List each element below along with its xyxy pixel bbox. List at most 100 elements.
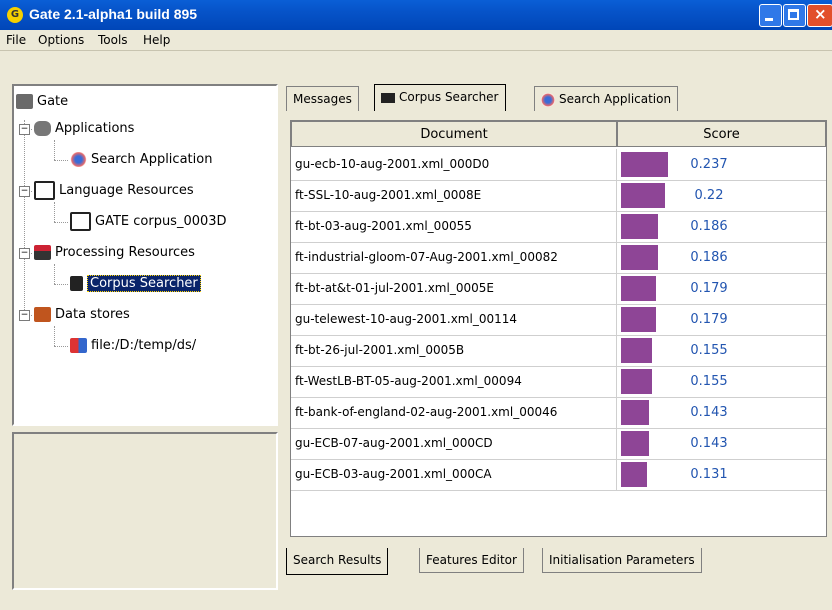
menu-bar: File Options Tools Help	[0, 30, 832, 51]
score-value: 0.22	[694, 188, 724, 203]
score-bar	[621, 369, 652, 394]
document-cell: ft-WestLB-BT-05-aug-2001.xml_00094	[295, 374, 522, 388]
tab-messages[interactable]: Messages	[286, 86, 359, 111]
database-icon	[70, 338, 87, 353]
minimize-button[interactable]	[759, 4, 782, 27]
table-row[interactable]: gu-ECB-03-aug-2001.xml_000CA 0.131	[291, 459, 826, 491]
applications-icon	[34, 121, 51, 136]
table-row[interactable]: gu-ecb-10-aug-2001.xml_000D0 0.237	[291, 149, 826, 181]
tab-features-editor[interactable]: Features Editor	[419, 548, 524, 573]
title-bar: G Gate 2.1-alpha1 build 895 ×	[0, 0, 832, 30]
status-bar	[0, 596, 832, 610]
search-results-table: Document Score gu-ecb-10-aug-2001.xml_00…	[290, 120, 827, 537]
score-bar	[621, 214, 658, 239]
binoculars-icon	[70, 276, 83, 291]
document-cell: gu-ECB-07-aug-2001.xml_000CD	[295, 436, 493, 450]
document-cell: ft-bank-of-england-02-aug-2001.xml_00046	[295, 405, 558, 419]
score-value: 0.186	[690, 219, 728, 234]
column-separator	[616, 397, 617, 428]
document-cell: ft-bt-03-aug-2001.xml_00055	[295, 219, 472, 233]
score-bar	[621, 183, 665, 208]
processor-icon	[34, 245, 51, 260]
close-icon: ×	[814, 5, 827, 23]
score-value: 0.186	[690, 250, 728, 265]
column-separator	[616, 149, 617, 180]
score-value: 0.143	[690, 436, 728, 451]
tree-node-language-resources[interactable]: Language Resources	[34, 181, 194, 201]
tree-node-applications[interactable]: Applications	[34, 119, 134, 139]
tree-node-file-ds[interactable]: file:/D:/temp/ds/	[70, 336, 196, 356]
binoculars-icon	[381, 92, 395, 103]
column-separator	[616, 335, 617, 366]
documents-icon	[34, 181, 55, 200]
table-row[interactable]: ft-WestLB-BT-05-aug-2001.xml_00094 0.155	[291, 366, 826, 398]
resource-tree: Gate − Applications Search Application −…	[12, 84, 278, 426]
column-separator	[616, 459, 617, 490]
selected-label: Corpus Searcher	[87, 275, 201, 292]
column-header-score[interactable]: Score	[617, 121, 826, 147]
score-bar	[621, 276, 656, 301]
table-row[interactable]: ft-SSL-10-aug-2001.xml_0008E 0.22	[291, 180, 826, 212]
document-cell: ft-bt-at&t-01-jul-2001.xml_0005E	[295, 281, 494, 295]
score-bar	[621, 400, 649, 425]
document-cell: gu-ecb-10-aug-2001.xml_000D0	[295, 157, 490, 171]
tree-node-search-application[interactable]: Search Application	[70, 150, 212, 170]
tab-search-results[interactable]: Search Results	[286, 548, 389, 575]
close-button[interactable]: ×	[807, 4, 832, 27]
column-header-document[interactable]: Document	[291, 121, 617, 147]
tab-initialisation-parameters[interactable]: Initialisation Parameters	[542, 548, 702, 573]
window-title: Gate 2.1-alpha1 build 895	[29, 6, 198, 22]
table-row[interactable]: gu-ECB-07-aug-2001.xml_000CD 0.143	[291, 428, 826, 460]
atom-icon	[541, 92, 555, 107]
tab-corpus-searcher[interactable]: Corpus Searcher	[374, 84, 506, 111]
maximize-button[interactable]	[783, 4, 806, 27]
collapse-applications-icon[interactable]: −	[19, 124, 30, 135]
atom-icon	[70, 152, 87, 167]
score-bar	[621, 152, 668, 177]
gate-app-icon: G	[7, 7, 23, 23]
document-cell: ft-industrial-gloom-07-Aug-2001.xml_0008…	[295, 250, 558, 264]
left-lower-panel	[12, 432, 278, 590]
table-row[interactable]: ft-bt-26-jul-2001.xml_0005B 0.155	[291, 335, 826, 367]
datastore-icon	[34, 307, 51, 322]
table-row[interactable]: ft-industrial-gloom-07-Aug-2001.xml_0008…	[291, 242, 826, 274]
document-cell: ft-SSL-10-aug-2001.xml_0008E	[295, 188, 482, 202]
menu-tools[interactable]: Tools	[98, 33, 128, 47]
score-bar	[621, 338, 652, 363]
column-separator	[616, 211, 617, 242]
score-value: 0.155	[690, 374, 728, 389]
document-cell: ft-bt-26-jul-2001.xml_0005B	[295, 343, 465, 357]
score-bar	[621, 431, 649, 456]
column-separator	[616, 242, 617, 273]
score-bar	[621, 245, 658, 270]
score-value: 0.179	[690, 281, 728, 296]
document-cell: gu-ECB-03-aug-2001.xml_000CA	[295, 467, 492, 481]
menu-help[interactable]: Help	[143, 33, 170, 47]
score-value: 0.143	[690, 405, 728, 420]
column-separator	[616, 180, 617, 211]
tree-node-processing-resources[interactable]: Processing Resources	[34, 243, 195, 263]
gate-root-icon	[16, 94, 33, 109]
score-value: 0.237	[690, 157, 728, 172]
menu-options[interactable]: Options	[38, 33, 84, 47]
tree-node-gate-corpus[interactable]: GATE corpus_0003D	[70, 212, 227, 232]
score-value: 0.155	[690, 343, 728, 358]
menu-file[interactable]: File	[6, 33, 26, 47]
table-row[interactable]: gu-telewest-10-aug-2001.xml_00114 0.179	[291, 304, 826, 336]
tree-root-gate[interactable]: Gate	[16, 92, 68, 112]
collapse-language-resources-icon[interactable]: −	[19, 186, 30, 197]
document-cell: gu-telewest-10-aug-2001.xml_00114	[295, 312, 517, 326]
table-row[interactable]: ft-bt-at&t-01-jul-2001.xml_0005E 0.179	[291, 273, 826, 305]
collapse-data-stores-icon[interactable]: −	[19, 310, 30, 321]
tree-node-data-stores[interactable]: Data stores	[34, 305, 130, 325]
table-row[interactable]: ft-bank-of-england-02-aug-2001.xml_00046…	[291, 397, 826, 429]
tab-search-application[interactable]: Search Application	[534, 86, 679, 111]
table-row[interactable]: ft-bt-03-aug-2001.xml_00055 0.186	[291, 211, 826, 243]
column-separator	[616, 366, 617, 397]
score-value: 0.131	[690, 467, 728, 482]
collapse-processing-resources-icon[interactable]: −	[19, 248, 30, 259]
score-bar	[621, 307, 656, 332]
column-separator	[616, 304, 617, 335]
column-separator	[616, 273, 617, 304]
tree-node-corpus-searcher[interactable]: Corpus Searcher	[70, 274, 201, 294]
